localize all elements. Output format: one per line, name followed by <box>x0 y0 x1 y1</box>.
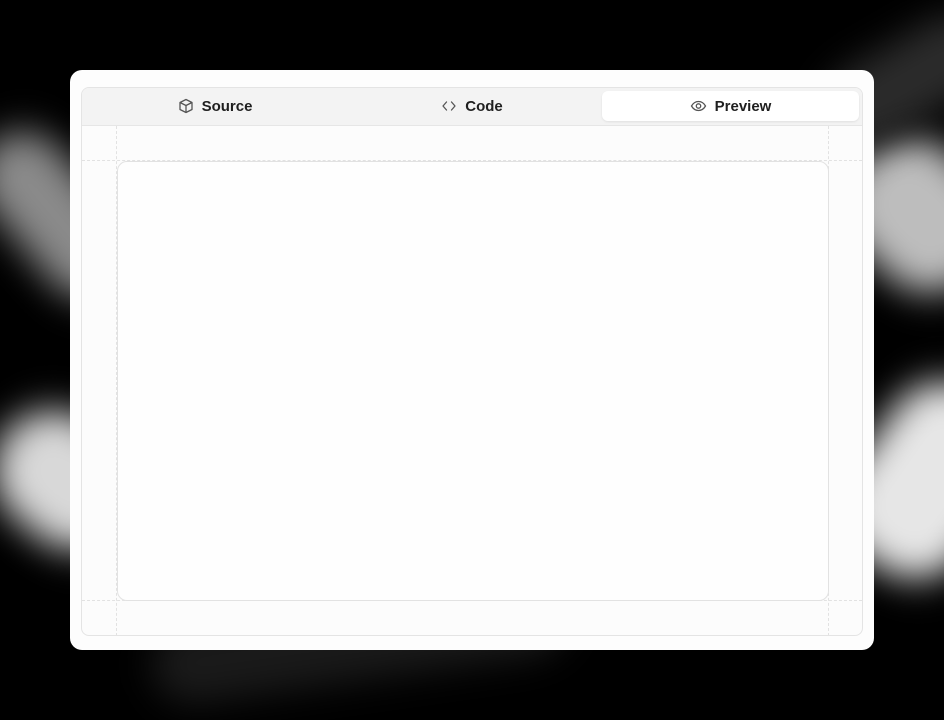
tab-code[interactable]: Code <box>344 91 600 121</box>
component-card: Source Code Preview <box>70 70 874 650</box>
cube-icon <box>178 98 194 114</box>
tab-preview[interactable]: Preview <box>602 91 859 121</box>
eye-icon <box>690 98 707 114</box>
code-icon <box>441 98 457 114</box>
tab-bar: Source Code Preview <box>82 88 862 126</box>
tab-source-label: Source <box>201 97 253 115</box>
tab-code-label: Code <box>465 97 503 115</box>
viewer-frame: Source Code Preview <box>81 87 863 636</box>
tab-source[interactable]: Source <box>87 91 343 121</box>
preview-panel <box>117 161 829 601</box>
tab-preview-label: Preview <box>714 97 772 115</box>
